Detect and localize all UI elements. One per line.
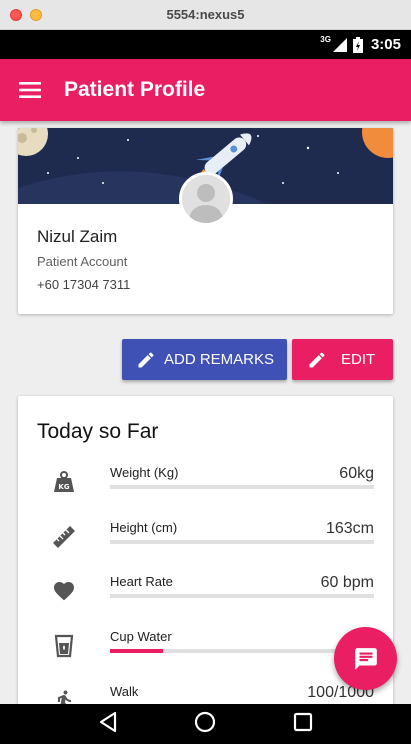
recents-icon <box>293 712 312 731</box>
metric-value: 60kg <box>339 465 374 482</box>
metric-value: 163cm <box>325 520 374 537</box>
metric-label: Cup Water <box>110 629 172 644</box>
heart-icon <box>51 578 77 604</box>
menu-icon <box>19 82 41 98</box>
patient-phone: +60 17304 7311 <box>37 277 131 292</box>
ruler-icon <box>51 524 77 550</box>
metric-label: Heart Rate <box>110 574 173 589</box>
signal-icon <box>332 37 347 52</box>
card-title: Today so Far <box>37 420 159 443</box>
add-remarks-button[interactable]: ADD REMARKS <box>122 339 287 380</box>
home-icon <box>195 711 216 732</box>
weight-icon: KG <box>51 469 77 495</box>
metric-progress-bar <box>110 485 374 489</box>
account-type: Patient Account <box>37 254 128 269</box>
profile-card: Nizul Zaim Patient Account +60 17304 731… <box>18 128 393 314</box>
metric-label: Walk <box>110 684 139 699</box>
patient-name: Nizul Zaim <box>37 227 118 246</box>
status-bar: 3G 3:05 <box>0 30 411 59</box>
main-content[interactable]: Nizul Zaim Patient Account +60 17304 731… <box>0 121 411 704</box>
window-title: 5554:nexus5 <box>166 7 245 22</box>
metric-progress-bar <box>110 540 374 544</box>
metric-progress-fill <box>110 649 163 653</box>
app-bar: Patient Profile <box>0 59 411 121</box>
menu-button[interactable] <box>0 59 60 121</box>
metric-progress-bar <box>110 594 374 598</box>
network-type: 3G <box>320 35 331 44</box>
recents-button[interactable] <box>293 712 313 737</box>
navigation-bar <box>0 704 411 744</box>
metric-row-heart-rate: Heart Rate 60 bpm <box>18 574 393 618</box>
emulator-title-bar: 5554:nexus5 <box>0 0 411 30</box>
cup-water-icon <box>51 633 77 659</box>
back-button[interactable] <box>98 711 118 738</box>
metric-row-weight: KG Weight (Kg) 60kg <box>18 465 393 509</box>
message-fab-button[interactable] <box>334 627 397 690</box>
add-remarks-label: ADD REMARKS <box>164 351 275 368</box>
metric-row-walk: Walk 100/1000 <box>18 684 393 704</box>
back-icon <box>100 711 117 732</box>
metric-label: Height (cm) <box>110 520 178 535</box>
metric-value: 60 bpm <box>320 574 374 591</box>
clock: 3:05 <box>370 36 401 53</box>
pencil-icon <box>138 351 154 367</box>
metric-label: Weight (Kg) <box>110 465 179 480</box>
pencil-icon <box>309 351 325 367</box>
person-icon <box>182 175 230 223</box>
walk-icon <box>51 688 77 704</box>
battery-icon <box>352 36 363 53</box>
edit-button[interactable]: EDIT <box>292 339 393 380</box>
edit-label: EDIT <box>341 351 376 368</box>
page-title: Patient Profile <box>64 78 206 101</box>
metric-row-height: Height (cm) 163cm <box>18 520 393 564</box>
svg-text:KG: KG <box>58 483 69 491</box>
avatar[interactable] <box>179 172 233 226</box>
chat-icon <box>354 647 377 670</box>
home-button[interactable] <box>194 711 216 738</box>
